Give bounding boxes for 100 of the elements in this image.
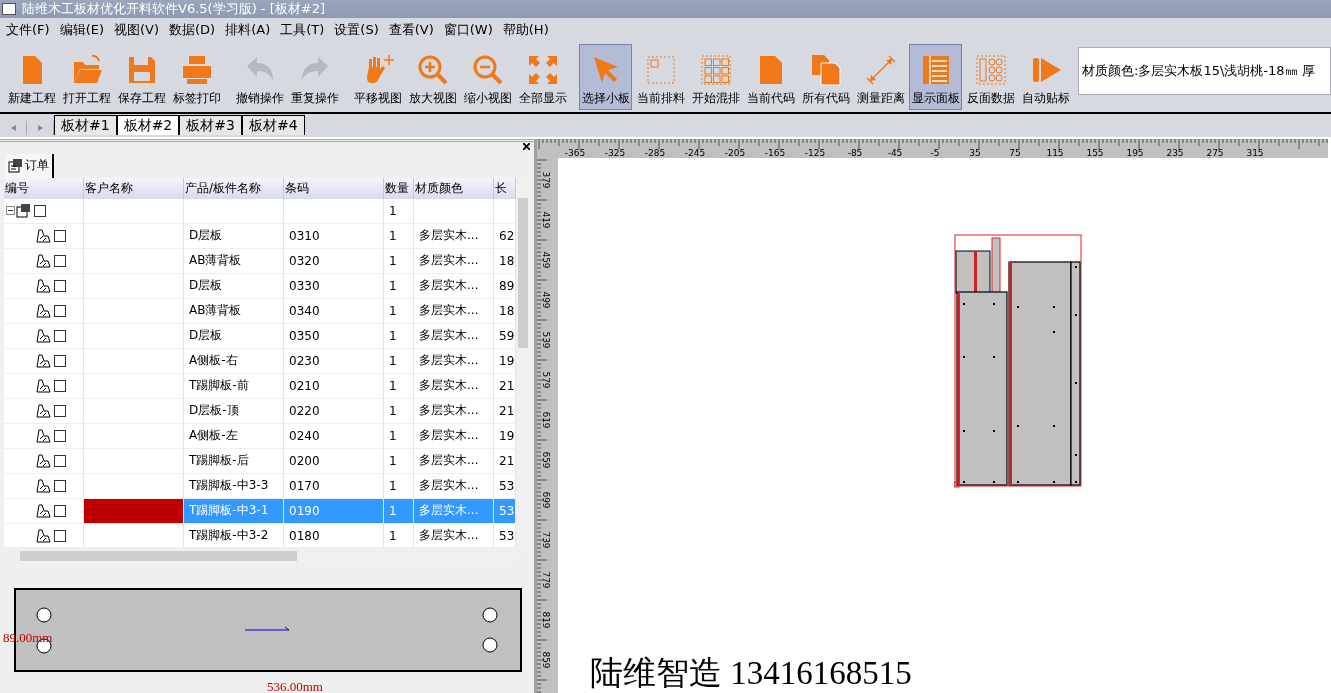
toolbar-button[interactable]: 显示面板 [909, 44, 962, 110]
part-icon [36, 478, 51, 493]
table-row[interactable]: D层板-顶 0220 1 多层实木... 21 [4, 398, 516, 424]
toolbar-button[interactable]: 当前代码 [744, 44, 797, 110]
table-row[interactable]: T踢脚板-前 0210 1 多层实木... 21 [4, 373, 516, 399]
table-cell: 1 [389, 228, 397, 243]
table-cell: A侧板-左 [189, 427, 238, 445]
table-row[interactable]: T踢脚板-中3-3 0170 1 多层实木... 53 [4, 473, 516, 499]
sheet-tab[interactable]: 板材#4 [241, 115, 305, 135]
table-cell: D层板 [189, 327, 223, 345]
table-row[interactable]: T踢脚板-中3-2 0180 1 多层实木... 53 [4, 523, 516, 547]
table-cell: 多层实木... [419, 477, 479, 495]
menu-item[interactable]: 工具(T) [276, 21, 329, 39]
toolbar-button[interactable]: 新建工程 [5, 44, 58, 110]
sheet-tab[interactable]: 板材#2 [116, 115, 180, 135]
checkbox[interactable] [54, 429, 66, 442]
collapse-icon[interactable] [6, 206, 15, 216]
ruler-label: 419 [541, 211, 551, 229]
sheet-tab[interactable]: 板材#1 [54, 115, 117, 135]
toolbar-button[interactable]: 全部显示 [516, 44, 569, 110]
table-row[interactable]: D层板 0330 1 多层实木... 89 [4, 273, 516, 299]
order-icon [16, 203, 31, 219]
table-row[interactable]: 1 [4, 198, 516, 224]
toolbar-button[interactable]: 放大视图 [406, 44, 459, 110]
menu-item[interactable]: 查看(V) [384, 21, 438, 39]
toolbar-button[interactable]: 所有代码 [799, 44, 852, 110]
ruler-label: -245 [684, 148, 706, 158]
toolbar-button[interactable]: 平移视图 [351, 44, 404, 110]
table-row[interactable]: D层板 0350 1 多层实木... 59 [4, 323, 516, 349]
menu-item[interactable]: 帮助(H) [498, 21, 553, 39]
table-cell: AB薄背板 [189, 252, 242, 270]
checkbox[interactable] [54, 454, 66, 467]
ruler-label: -165 [764, 148, 786, 158]
table-cell: 1 [389, 528, 397, 543]
column-header[interactable]: 产品/板件名称 [184, 177, 284, 199]
menu-item[interactable]: 排料(A) [221, 21, 275, 39]
table-row[interactable]: D层板 0310 1 多层实木... 62 [4, 223, 516, 249]
toolbar-button[interactable]: 选择小板 [579, 44, 632, 110]
table-cell: 多层实木... [419, 352, 479, 370]
panel-tab[interactable]: 订单 [5, 153, 54, 178]
table-row[interactable]: A侧板-左 0240 1 多层实木... 19 [4, 423, 516, 449]
column-header[interactable]: 条码 [284, 177, 384, 199]
toolbar-button[interactable]: 打开工程 [60, 44, 113, 110]
table-row[interactable]: A侧板-右 0230 1 多层实木... 19 [4, 348, 516, 374]
checkbox[interactable] [54, 404, 66, 417]
table-cell: 1 [389, 478, 397, 493]
menu-item[interactable]: 窗口(W) [439, 21, 497, 39]
checkbox[interactable] [54, 529, 66, 542]
close-icon[interactable] [523, 143, 530, 150]
toolbar-button[interactable]: 自动贴标 [1019, 44, 1072, 110]
menu-item[interactable]: 数据(D) [165, 21, 220, 39]
material-field[interactable]: 材质颜色:多层实木板15\浅胡桃-18㎜ 厚 [1078, 47, 1331, 95]
column-header[interactable]: 客户名称 [84, 177, 184, 199]
toolbar-button[interactable]: 测量距离 [854, 44, 907, 110]
menu-item[interactable]: 编辑(E) [55, 21, 108, 39]
part-icon [36, 428, 51, 443]
table-cell: T踢脚板-中3-1 [189, 502, 269, 520]
checkbox[interactable] [54, 329, 66, 342]
checkbox[interactable] [54, 504, 66, 517]
toolbar-button[interactable]: 保存工程 [115, 44, 168, 110]
checkbox[interactable] [54, 354, 66, 367]
table-cell: 62 [499, 228, 515, 243]
checkbox[interactable] [54, 229, 66, 242]
toolbar-button[interactable]: 开始混排 [689, 44, 742, 110]
table-cell: 1 [389, 328, 397, 343]
menu-item[interactable]: 视图(V) [110, 21, 164, 39]
column-header[interactable]: 数量 [384, 177, 414, 199]
table-cell: 0220 [289, 403, 320, 418]
system-menu-icon[interactable] [2, 3, 16, 15]
checkbox[interactable] [54, 379, 66, 392]
toolbar-button[interactable]: 当前排料 [634, 44, 687, 110]
menu-item[interactable]: 文件(F) [2, 21, 54, 39]
sheet-tab[interactable]: 板材#3 [179, 115, 242, 135]
ruler-label: 699 [541, 491, 551, 509]
column-header[interactable]: 编号 [4, 177, 84, 199]
table-row[interactable]: T踢脚板-后 0200 1 多层实木... 21 [4, 448, 516, 474]
table-cell: 1 [389, 403, 397, 418]
table-cell: 18 [499, 253, 515, 268]
table-row[interactable]: AB薄背板 0340 1 多层实木... 18 [4, 298, 516, 324]
table-cell: 19 [499, 428, 515, 443]
table-row[interactable]: AB薄背板 0320 1 多层实木... 18 [4, 248, 516, 274]
checkbox[interactable] [54, 304, 66, 317]
table-cell: T踢脚板-后 [189, 452, 249, 470]
table-cell: 1 [389, 428, 397, 443]
toolbar-button[interactable]: 标签打印 [170, 44, 223, 110]
checkbox[interactable] [34, 204, 46, 217]
menu-item[interactable]: 设置(S) [330, 21, 383, 39]
checkbox[interactable] [54, 479, 66, 492]
checkbox[interactable] [54, 279, 66, 292]
table-cell: 1 [389, 353, 397, 368]
part-icon [36, 353, 51, 368]
column-header[interactable]: 材质颜色 [414, 177, 494, 199]
toolbar-button[interactable]: 反面数据 [964, 44, 1017, 110]
toolbar-button[interactable]: 缩小视图 [461, 44, 514, 110]
checkbox[interactable] [54, 254, 66, 267]
width-dimension: 536.00mm [267, 678, 323, 693]
table-cell: 1 [389, 378, 397, 393]
table-cell: 多层实木... [419, 527, 479, 545]
ruler-label: -85 [847, 148, 863, 158]
ruler-label: 659 [541, 451, 551, 469]
